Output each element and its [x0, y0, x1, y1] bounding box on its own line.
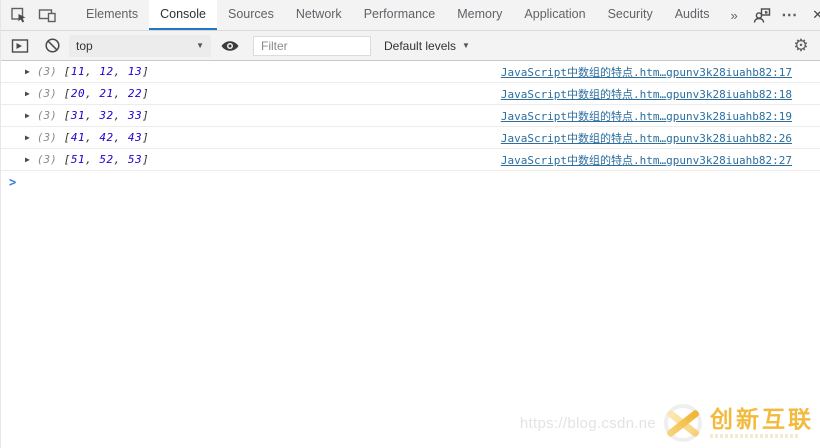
context-selector-value: top — [76, 38, 93, 53]
close-icon[interactable]: ✕ — [804, 0, 820, 30]
prompt-chevron-icon: > — [9, 174, 17, 190]
array-preview[interactable]: [41, 42, 43] — [64, 131, 150, 144]
array-preview[interactable]: [31, 32, 33] — [64, 109, 150, 122]
tab-overflow-icon[interactable]: » — [720, 0, 747, 30]
inspect-element-icon[interactable] — [5, 0, 33, 30]
log-levels-dropdown[interactable]: Default levels ▼ — [384, 39, 470, 53]
tabbar-right-icons: ⋯ ✕ — [748, 0, 820, 30]
array-preview[interactable]: [51, 52, 53] — [64, 153, 150, 166]
expand-arrow-icon[interactable]: ▶ — [25, 133, 30, 142]
tab-label: Application — [524, 7, 586, 21]
tab-label: Elements — [86, 7, 139, 21]
devtools-tabbar: Elements Console Sources Network Perform… — [1, 0, 820, 31]
console-message-row: ▶ (3) [11, 12, 13] JavaScript中数组的特点.htm…… — [1, 61, 820, 83]
source-link[interactable]: JavaScript中数组的特点.htm…gpunv3k28iuahb82:26 — [501, 130, 792, 146]
settings-gear-icon[interactable]: ⚙ — [788, 33, 814, 59]
watermark-url: https://blog.csdn.ne — [519, 414, 656, 432]
clear-console-icon[interactable] — [39, 33, 65, 59]
source-link[interactable]: JavaScript中数组的特点.htm…gpunv3k28iuahb82:18 — [501, 86, 792, 102]
tab-audits[interactable]: Audits — [664, 0, 721, 30]
console-prompt-row: > — [1, 171, 820, 193]
expand-arrow-icon[interactable]: ▶ — [25, 155, 30, 164]
tab-strip: Elements Console Sources Network Perform… — [75, 0, 720, 30]
console-message-row: ▶ (3) [31, 32, 33] JavaScript中数组的特点.htm…… — [1, 105, 820, 127]
console-messages: ▶ (3) [11, 12, 13] JavaScript中数组的特点.htm…… — [1, 61, 820, 171]
chevron-down-icon: ▼ — [462, 41, 470, 50]
tab-performance[interactable]: Performance — [353, 0, 447, 30]
brand-name: 创新互联 — [710, 406, 814, 432]
expand-arrow-icon[interactable]: ▶ — [25, 111, 30, 120]
console-sidebar-toggle-icon[interactable] — [7, 33, 33, 59]
console-message-row: ▶ (3) [41, 42, 43] JavaScript中数组的特点.htm…… — [1, 127, 820, 149]
tab-label: Network — [295, 7, 342, 21]
source-link[interactable]: JavaScript中数组的特点.htm…gpunv3k28iuahb82:19 — [501, 108, 792, 124]
tab-security[interactable]: Security — [597, 0, 664, 30]
tab-console[interactable]: Console — [149, 0, 217, 30]
array-preview[interactable]: [11, 12, 13] — [64, 65, 150, 78]
array-length-badge: (3) — [36, 65, 57, 78]
tabbar-left-icons — [1, 0, 61, 30]
array-length-badge: (3) — [36, 87, 57, 100]
console-message-row: ▶ (3) [51, 52, 53] JavaScript中数组的特点.htm…… — [1, 149, 820, 171]
user-feedback-icon[interactable] — [748, 0, 776, 30]
tab-label: Audits — [674, 7, 710, 21]
array-length-badge: (3) — [36, 131, 57, 144]
tab-label: Sources — [227, 7, 274, 21]
live-expression-eye-icon[interactable] — [217, 33, 243, 59]
tab-label: Memory — [457, 7, 503, 21]
tab-network[interactable]: Network — [285, 0, 353, 30]
expand-arrow-icon[interactable]: ▶ — [25, 89, 30, 98]
tab-memory[interactable]: Memory — [446, 0, 513, 30]
tab-sources[interactable]: Sources — [217, 0, 285, 30]
device-toolbar-icon[interactable] — [33, 0, 61, 30]
log-levels-label: Default levels — [384, 38, 457, 53]
tab-label: Console — [160, 7, 206, 21]
source-link[interactable]: JavaScript中数组的特点.htm…gpunv3k28iuahb82:27 — [501, 152, 792, 168]
expand-arrow-icon[interactable]: ▶ — [25, 67, 30, 76]
array-length-badge: (3) — [36, 109, 57, 122]
watermark-tagline — [710, 434, 798, 438]
tab-application[interactable]: Application — [513, 0, 596, 30]
source-link[interactable]: JavaScript中数组的特点.htm…gpunv3k28iuahb82:17 — [501, 64, 792, 80]
console-prompt-input[interactable] — [24, 171, 812, 193]
filter-input[interactable] — [253, 35, 371, 56]
tab-label: Security — [607, 7, 653, 21]
brand-logo-icon — [664, 404, 702, 442]
devtools-window: Elements Console Sources Network Perform… — [0, 0, 820, 448]
console-toolbar: top ▼ Default levels ▼ ⚙ — [1, 31, 820, 61]
array-preview[interactable]: [20, 21, 22] — [64, 87, 150, 100]
more-options-icon[interactable]: ⋯ — [776, 0, 804, 30]
chevron-down-icon: ▼ — [196, 41, 204, 50]
array-length-badge: (3) — [36, 153, 57, 166]
brand-block: 创新互联 — [710, 408, 814, 438]
tab-elements[interactable]: Elements — [75, 0, 149, 30]
console-message-row: ▶ (3) [20, 21, 22] JavaScript中数组的特点.htm…… — [1, 83, 820, 105]
execution-context-selector[interactable]: top ▼ — [69, 34, 211, 57]
tab-label: Performance — [363, 7, 436, 21]
watermark: https://blog.csdn.ne 创新互联 — [520, 404, 814, 442]
